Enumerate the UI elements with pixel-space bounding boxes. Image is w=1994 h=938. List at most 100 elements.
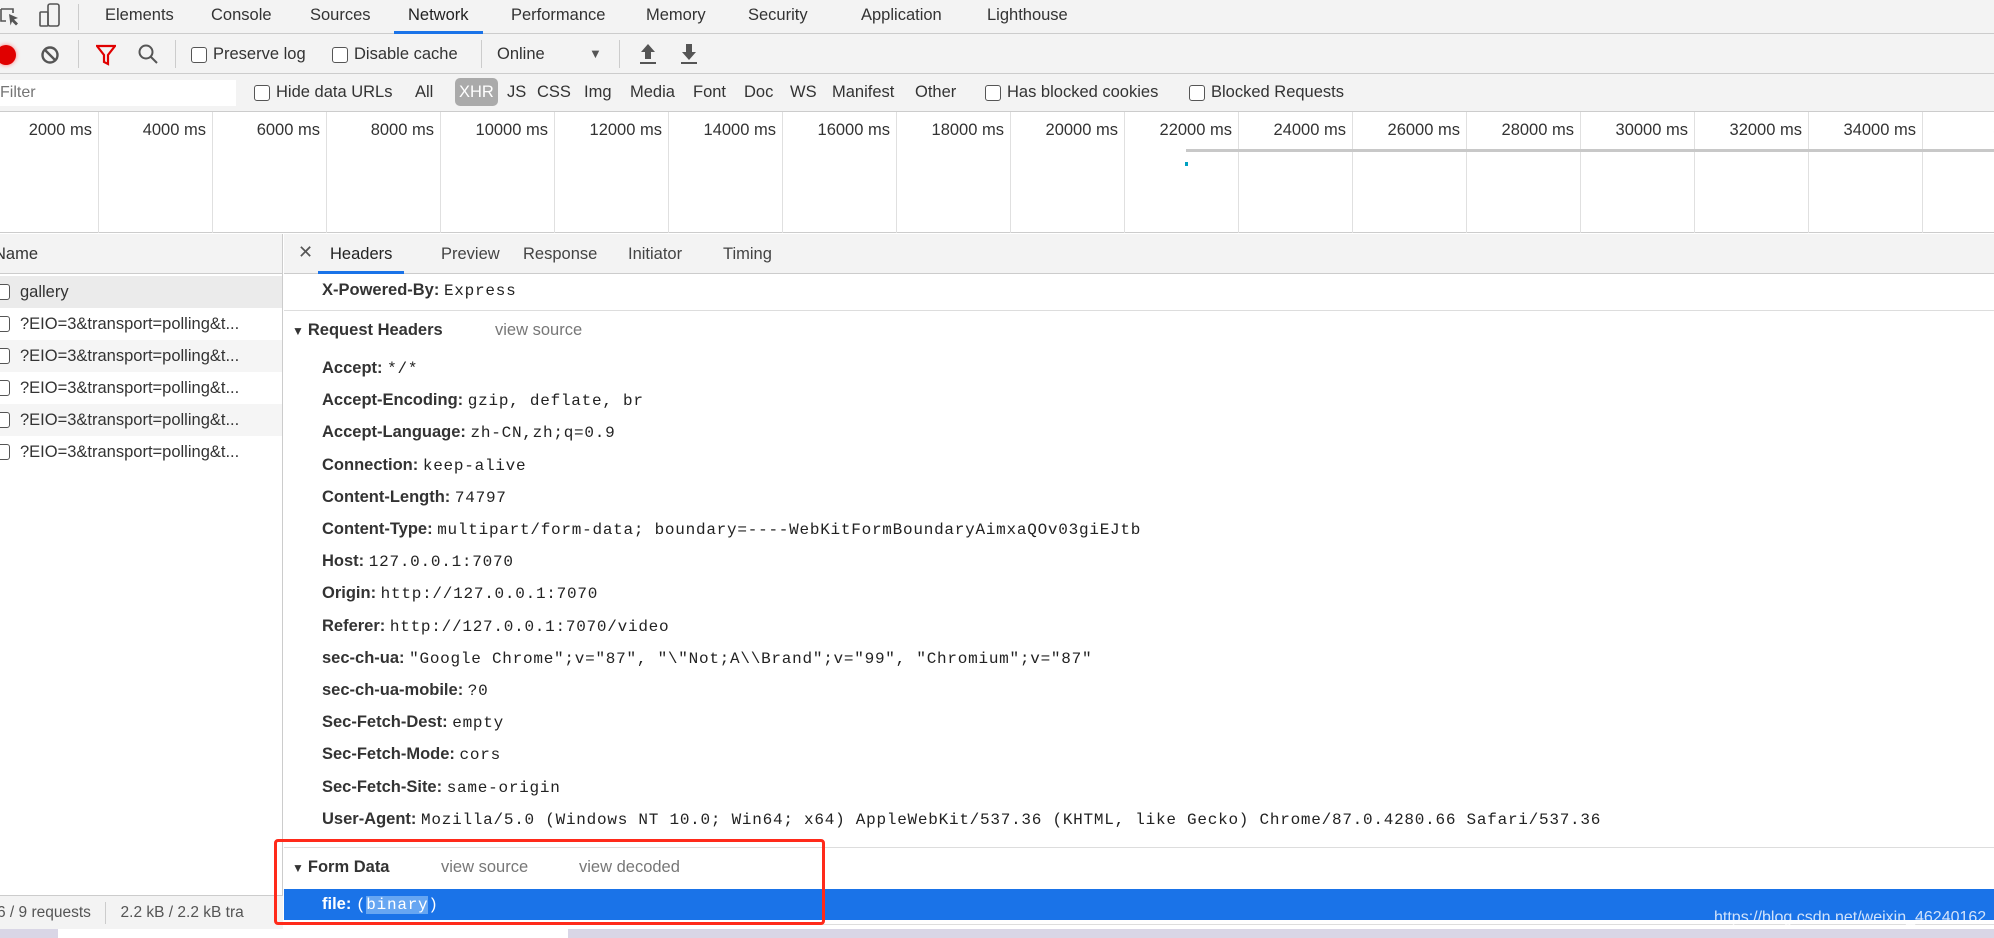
has-blocked-cookies-checkbox[interactable]: Has blocked cookies xyxy=(985,82,1158,102)
timeline-tick: 32000 ms xyxy=(1695,112,1809,233)
header-name: Host: xyxy=(322,552,365,571)
import-har-icon[interactable] xyxy=(638,42,658,71)
throttling-select[interactable]: Online ▼ xyxy=(497,44,607,64)
request-header-row: Origin: http://127.0.0.1:7070 xyxy=(322,582,598,605)
type-filter-img[interactable]: Img xyxy=(584,82,612,102)
header-value: */* xyxy=(387,360,419,378)
transferred-size: 2.2 kB / 2.2 kB tra xyxy=(120,904,244,921)
header-name: Sec-Fetch-Dest: xyxy=(322,713,448,732)
type-filter-ws[interactable]: WS xyxy=(790,82,817,102)
request-header-row: Accept: */* xyxy=(322,357,418,380)
header-name: Accept-Encoding: xyxy=(322,391,464,410)
type-filter-media[interactable]: Media xyxy=(630,82,675,102)
throttling-value: Online xyxy=(497,45,545,63)
request-row[interactable]: ?EIO=3&transport=polling&t... xyxy=(0,372,282,404)
header-name: Origin: xyxy=(322,584,377,603)
type-filter-all[interactable]: All xyxy=(415,82,433,102)
request-detail-pane: ✕ Headers Preview Response Initiator Timing … xyxy=(284,234,1994,938)
timeline-tick: 24000 ms xyxy=(1239,112,1353,233)
disable-cache-label: Disable cache xyxy=(354,45,458,63)
request-name: ?EIO=3&transport=polling&t... xyxy=(20,379,240,397)
highlight-box xyxy=(274,839,825,925)
filter-icon[interactable] xyxy=(94,44,118,71)
header-name: Accept: xyxy=(322,359,383,377)
header-value: empty xyxy=(452,714,504,733)
timeline-tick: 12000 ms xyxy=(555,112,669,233)
row-icon xyxy=(0,284,10,300)
tab-elements[interactable]: Elements xyxy=(91,0,188,34)
tab-network[interactable]: Network xyxy=(394,0,483,34)
detail-tab-initiator[interactable]: Initiator xyxy=(616,234,694,274)
tab-sources[interactable]: Sources xyxy=(296,0,385,34)
detail-tab-headers[interactable]: Headers xyxy=(318,234,405,274)
header-value: same-origin xyxy=(446,778,561,797)
header-name: Sec-Fetch-Mode: xyxy=(322,745,455,764)
header-name: sec-ch-ua-mobile: xyxy=(322,681,464,699)
request-row[interactable]: ?EIO=3&transport=polling&t... xyxy=(0,404,282,436)
request-row[interactable]: ?EIO=3&transport=polling&t... xyxy=(0,436,282,468)
tab-console[interactable]: Console xyxy=(197,0,286,34)
header-value: "Google Chrome";v="87", "\"Not;A\\Brand"… xyxy=(409,649,1093,668)
tab-performance[interactable]: Performance xyxy=(497,0,619,34)
request-headers-view-source[interactable]: view source xyxy=(495,321,582,340)
detail-tab-timing[interactable]: Timing xyxy=(711,234,784,274)
detail-tab-response[interactable]: Response xyxy=(511,234,609,274)
request-row[interactable]: gallery xyxy=(0,276,282,308)
timeline-tick: 30000 ms xyxy=(1581,112,1695,233)
tab-memory[interactable]: Memory xyxy=(632,0,720,34)
type-filter-xhr[interactable]: XHR xyxy=(455,78,498,106)
header-name: X-Powered-By: xyxy=(322,281,440,299)
hide-data-urls-label: Hide data URLs xyxy=(276,83,393,101)
type-filter-css[interactable]: CSS xyxy=(537,82,571,102)
type-filter-js[interactable]: JS xyxy=(507,82,526,102)
timeline-tick: 10000 ms xyxy=(441,112,555,233)
disable-cache-checkbox[interactable]: Disable cache xyxy=(332,44,458,64)
request-row[interactable]: ?EIO=3&transport=polling&t... xyxy=(0,340,282,372)
request-count: 6 / 9 requests xyxy=(0,904,91,921)
type-filter-doc[interactable]: Doc xyxy=(744,82,773,102)
blocked-requests-checkbox[interactable]: Blocked Requests xyxy=(1189,82,1344,102)
inspect-element-icon[interactable] xyxy=(0,6,22,28)
request-header-row: Host: 127.0.0.1:7070 xyxy=(322,550,514,573)
timeline-overview[interactable]: 2000 ms 4000 ms 6000 ms 8000 ms 10000 ms 1200… xyxy=(0,112,1994,233)
tab-security[interactable]: Security xyxy=(734,0,822,34)
tab-lighthouse[interactable]: Lighthouse xyxy=(973,0,1082,34)
request-header-row: User-Agent: Mozilla/5.0 (Windows NT 10.0… xyxy=(322,808,1601,831)
export-har-icon[interactable] xyxy=(679,42,699,71)
timeline-tick: 28000 ms xyxy=(1467,112,1581,233)
header-value: zh-CN,zh;q=0.9 xyxy=(470,424,616,443)
clear-icon[interactable] xyxy=(40,45,60,70)
detail-tab-preview[interactable]: Preview xyxy=(429,234,512,274)
header-name: User-Agent: xyxy=(322,809,417,828)
header-value: gzip, deflate, br xyxy=(467,392,644,411)
name-column-header[interactable]: Name xyxy=(0,234,282,274)
close-icon[interactable]: ✕ xyxy=(298,242,313,263)
search-icon[interactable] xyxy=(137,43,159,70)
request-header-row: sec-ch-ua: "Google Chrome";v="87", "\"No… xyxy=(322,647,1092,670)
timeline-request-bar xyxy=(1186,149,1994,152)
blocked-requests-label: Blocked Requests xyxy=(1211,83,1344,101)
request-header-row: Accept-Language: zh-CN,zh;q=0.9 xyxy=(322,421,615,444)
timeline-tick: 6000 ms xyxy=(213,112,327,233)
request-header-row: Referer: http://127.0.0.1:7070/video xyxy=(322,615,669,638)
timeline-tick: 14000 ms xyxy=(669,112,783,233)
device-toolbar-icon[interactable] xyxy=(38,3,62,29)
type-filter-manifest[interactable]: Manifest xyxy=(832,82,894,102)
filter-input[interactable] xyxy=(0,80,236,106)
request-headers-toggle[interactable]: ▼ Request Headers xyxy=(292,321,443,340)
request-header-row: Sec-Fetch-Mode: cors xyxy=(322,743,501,766)
request-row[interactable]: ?EIO=3&transport=polling&t... xyxy=(0,308,282,340)
tab-application[interactable]: Application xyxy=(847,0,956,34)
preserve-log-checkbox[interactable]: Preserve log xyxy=(191,44,306,64)
type-filter-font[interactable]: Font xyxy=(693,82,726,102)
request-header-row: Accept-Encoding: gzip, deflate, br xyxy=(322,389,644,412)
timeline-tick: 22000 ms xyxy=(1125,112,1239,233)
record-button[interactable] xyxy=(0,45,16,65)
header-value: 127.0.0.1:7070 xyxy=(368,553,514,572)
timeline-tick: 2000 ms xyxy=(0,112,99,233)
watermark: https://blog.csdn.net/weixin_46240162 xyxy=(1714,909,1987,926)
timeline-tick: 26000 ms xyxy=(1353,112,1467,233)
type-filter-other[interactable]: Other xyxy=(915,82,956,102)
hide-data-urls-checkbox[interactable]: Hide data URLs xyxy=(254,82,392,102)
devtools-tab-bar: Elements Console Sources Network Performance… xyxy=(0,0,1994,34)
